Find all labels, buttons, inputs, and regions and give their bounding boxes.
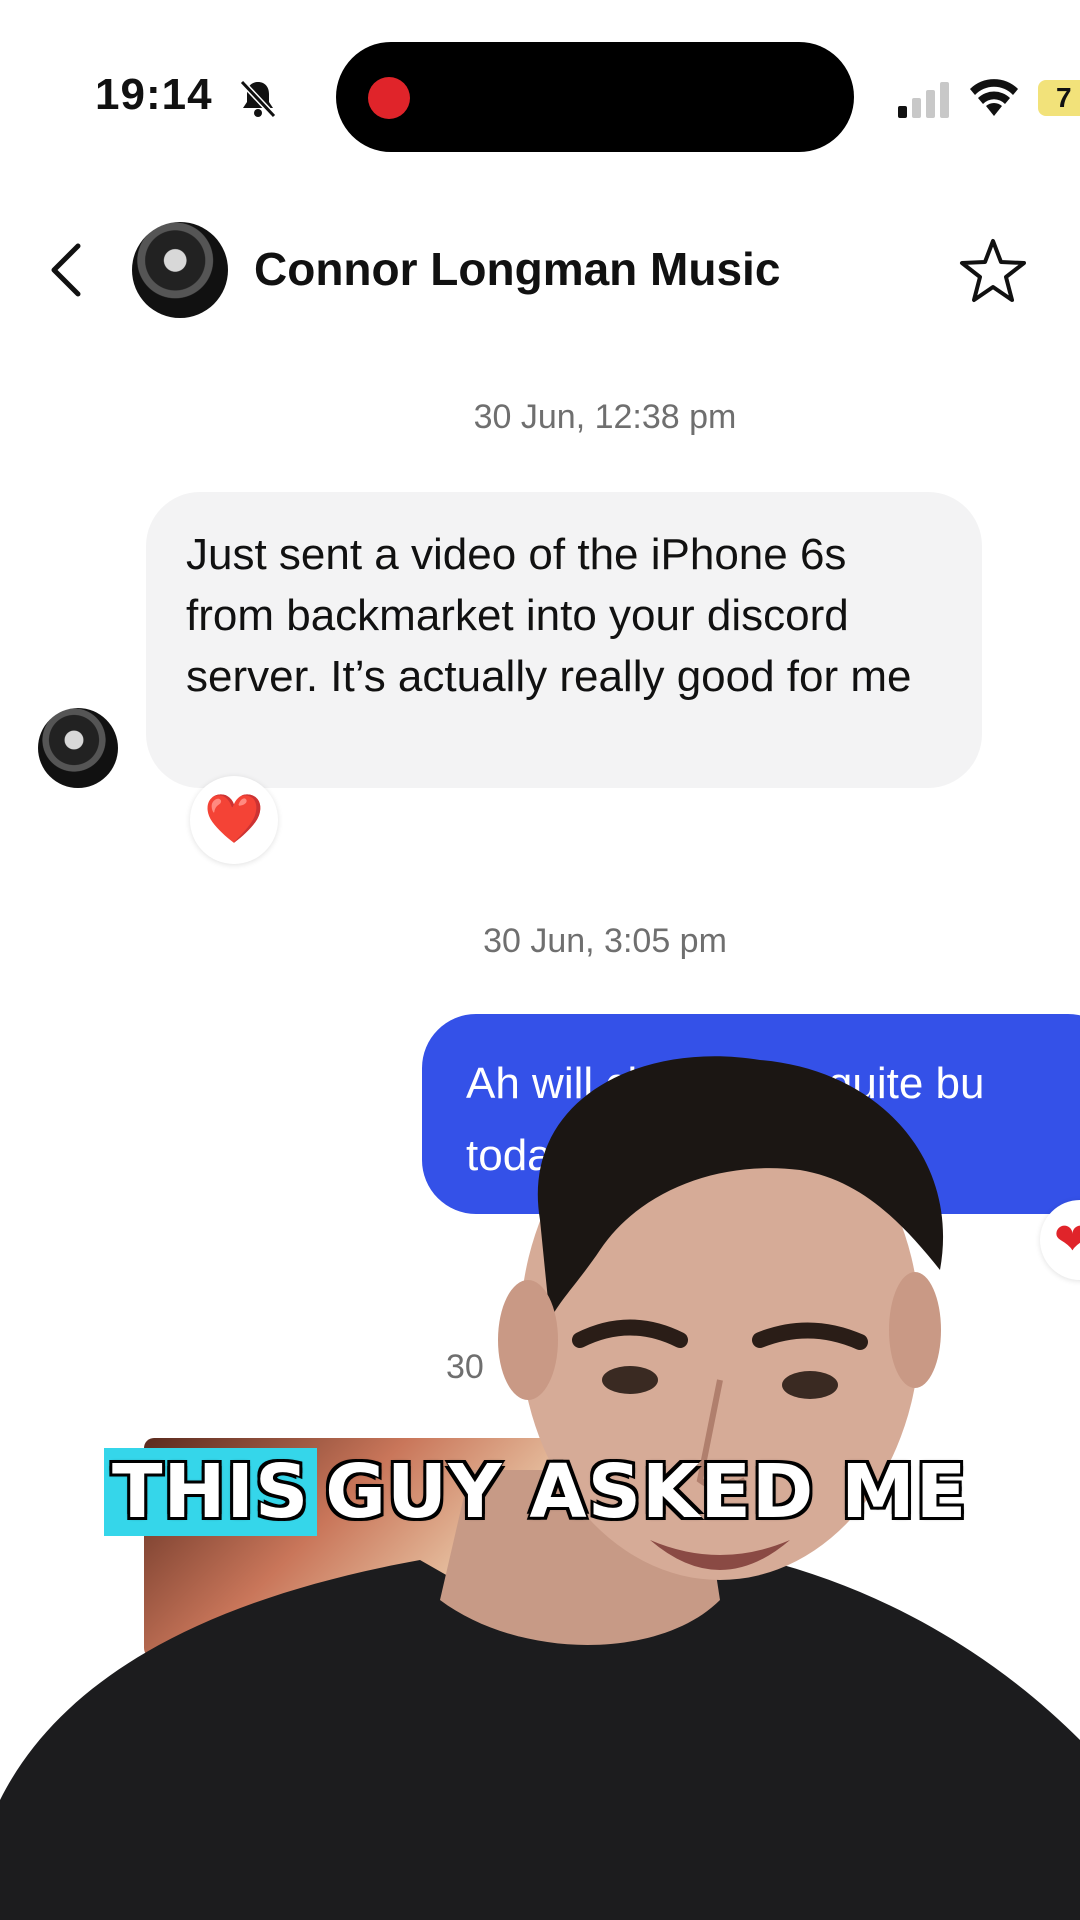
dynamic-island xyxy=(336,42,854,152)
chevron-left-icon[interactable] xyxy=(44,240,88,300)
page-title[interactable]: Connor Longman Music xyxy=(254,242,780,296)
sender-avatar[interactable] xyxy=(38,708,118,788)
wifi-icon xyxy=(970,79,1018,116)
message-timestamp: 30 Jun, 3:05 pm xyxy=(483,922,727,960)
recording-indicator-icon xyxy=(368,77,410,119)
incoming-message-bubble[interactable]: Just sent a video of the iPhone 6s from … xyxy=(146,492,982,788)
status-time: 19:14 xyxy=(95,70,213,119)
bell-slash-icon xyxy=(239,79,277,119)
caption-text: GUY ASKED ME xyxy=(325,1449,968,1535)
battery-icon: 7 xyxy=(1038,80,1080,116)
avatar[interactable] xyxy=(132,222,228,318)
video-caption: THIS GUY ASKED ME xyxy=(104,1448,967,1536)
caption-highlighted-word: THIS xyxy=(104,1448,318,1536)
signal-icon xyxy=(898,82,949,118)
star-icon[interactable] xyxy=(958,236,1028,306)
message-timestamp: 30 Jun, 12:38 pm xyxy=(473,398,737,436)
heart-reaction-icon[interactable]: ❤️ xyxy=(190,776,278,864)
